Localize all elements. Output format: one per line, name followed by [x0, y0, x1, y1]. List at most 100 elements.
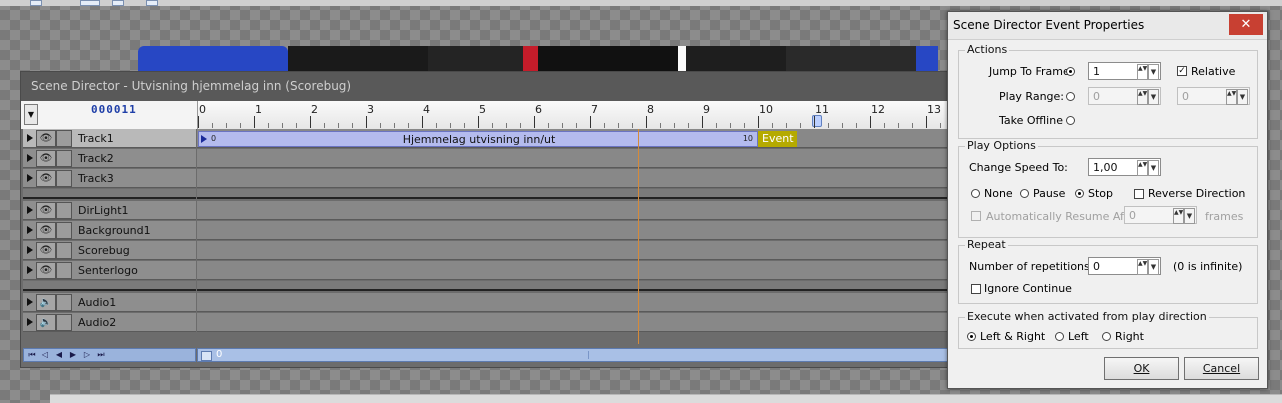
jump-to-frame-radio[interactable] — [1066, 67, 1075, 76]
track-timeline-row[interactable] — [197, 241, 951, 260]
track-row-header[interactable]: 👁 Background1 — [23, 221, 196, 240]
auto-resume-checkbox[interactable] — [971, 211, 981, 221]
toolbar-mini-button[interactable] — [80, 0, 100, 6]
expand-arrow-icon[interactable] — [27, 226, 33, 234]
none-radio[interactable] — [971, 189, 980, 198]
step-forward-icon[interactable]: ▷ — [82, 350, 92, 360]
ok-button[interactable]: OK — [1104, 357, 1179, 380]
expand-arrow-icon[interactable] — [27, 154, 33, 162]
lock-toggle[interactable] — [56, 202, 72, 219]
play-reverse-icon[interactable]: ◀ — [54, 350, 64, 360]
track-timeline-row[interactable] — [197, 221, 951, 240]
relative-checkbox[interactable]: ✓ — [1177, 66, 1187, 76]
timeline-horizontal-scrollbar[interactable]: 0 — [197, 348, 951, 362]
track-row-header[interactable]: 👁 Scorebug — [23, 241, 196, 260]
lock-toggle[interactable] — [56, 294, 72, 311]
track-row-header[interactable]: 👁 Track2 — [23, 149, 196, 168]
ruler-tick — [590, 116, 591, 128]
toolbar-mini-button[interactable] — [146, 0, 158, 6]
expand-arrow-icon[interactable] — [27, 266, 33, 274]
eye-icon[interactable]: 👁 — [36, 242, 56, 259]
track-timeline-row[interactable] — [197, 261, 951, 280]
spin-arrows-icon[interactable]: ▲▼ — [1173, 208, 1184, 224]
lock-toggle[interactable] — [56, 242, 72, 259]
speaker-icon[interactable]: 🔈 — [36, 294, 56, 311]
scrollbar-thumb[interactable] — [201, 351, 212, 361]
chevron-down-icon[interactable]: ▼ — [1148, 259, 1159, 275]
event-marker[interactable]: Event — [758, 131, 797, 147]
take-offline-radio[interactable] — [1066, 116, 1075, 125]
chevron-down-icon[interactable]: ▼ — [1184, 208, 1195, 224]
eye-icon[interactable]: 👁 — [36, 222, 56, 239]
spin-arrows-icon[interactable]: ▲▼ — [1137, 160, 1148, 176]
eye-icon[interactable]: 👁 — [36, 202, 56, 219]
spin-arrows-icon[interactable]: ▲▼ — [1137, 89, 1148, 105]
track-row-header[interactable]: 👁 Track3 — [23, 169, 196, 188]
lock-toggle[interactable] — [56, 170, 72, 187]
animation-clip[interactable]: 0 Hjemmelag utvisning inn/ut 10 — [198, 131, 758, 147]
track-row-header[interactable]: 👁 Track1 — [23, 129, 196, 148]
current-frame-line — [638, 129, 639, 344]
eye-icon[interactable]: 👁 — [36, 130, 56, 147]
lock-toggle[interactable] — [56, 150, 72, 167]
change-speed-spinbox[interactable]: 1,00 ▲▼ ▼ — [1088, 158, 1161, 176]
chevron-down-icon[interactable]: ▼ — [1237, 89, 1248, 105]
expand-arrow-icon[interactable] — [27, 174, 33, 182]
track-timeline-row[interactable] — [197, 201, 951, 220]
eye-icon[interactable]: 👁 — [36, 150, 56, 167]
track-row-header[interactable]: 👁 DirLight1 — [23, 201, 196, 220]
track-row-header[interactable]: 🔈 Audio1 — [23, 293, 196, 312]
expand-arrow-icon[interactable] — [27, 246, 33, 254]
left-radio[interactable] — [1055, 332, 1064, 341]
eye-icon[interactable]: 👁 — [36, 170, 56, 187]
spin-arrows-icon[interactable]: ▲▼ — [1137, 64, 1148, 80]
play-icon[interactable]: ▶ — [68, 350, 78, 360]
play-range-to-spinbox[interactable]: 0 ▲▼ ▼ — [1177, 87, 1250, 105]
chevron-down-icon[interactable]: ▼ — [1148, 160, 1159, 176]
play-range-radio[interactable] — [1066, 92, 1075, 101]
left-right-radio[interactable] — [967, 332, 976, 341]
track-timeline-row[interactable] — [197, 293, 951, 312]
close-icon[interactable]: ✕ — [1229, 14, 1263, 35]
step-back-icon[interactable]: ◁ — [40, 350, 50, 360]
pause-radio[interactable] — [1020, 189, 1029, 198]
track-menu-dropdown-button[interactable]: ▼ — [24, 104, 38, 125]
track-timeline-row[interactable] — [197, 313, 951, 332]
play-range-from-spinbox[interactable]: 0 ▲▼ ▼ — [1088, 87, 1161, 105]
jump-to-frame-spinbox[interactable]: 1 ▲▼ ▼ — [1088, 62, 1161, 80]
go-to-end-icon[interactable]: ⏭ — [96, 350, 106, 360]
auto-resume-spinbox[interactable]: 0 ▲▼ ▼ — [1124, 206, 1197, 224]
toolbar-mini-button[interactable] — [112, 0, 124, 6]
lock-toggle[interactable] — [56, 130, 72, 147]
spin-arrows-icon[interactable]: ▲▼ — [1226, 89, 1237, 105]
chevron-down-icon[interactable]: ▼ — [1148, 89, 1159, 105]
track-timeline-row[interactable]: 0 Hjemmelag utvisning inn/ut 10 Event — [197, 129, 951, 148]
lock-toggle[interactable] — [56, 262, 72, 279]
timeline-ruler[interactable]: 0 1 2 3 4 5 6 7 8 9 10 11 12 13 — [197, 101, 969, 129]
repetitions-label: Number of repetitions: — [969, 260, 1094, 273]
track-timeline-row[interactable] — [197, 169, 951, 188]
speaker-icon[interactable]: 🔈 — [36, 314, 56, 331]
lock-toggle[interactable] — [56, 222, 72, 239]
ruler-tick-label: 0 — [199, 103, 206, 116]
track-timeline-row[interactable] — [197, 149, 951, 168]
chevron-down-icon[interactable]: ▼ — [1148, 64, 1159, 80]
reverse-direction-checkbox[interactable] — [1134, 189, 1144, 199]
expand-arrow-icon[interactable] — [27, 298, 33, 306]
expand-arrow-icon[interactable] — [27, 318, 33, 326]
repeat-group: Repeat Number of repetitions: 0 ▲▼ ▼ (0 … — [958, 238, 1258, 304]
stop-radio[interactable] — [1075, 189, 1084, 198]
cancel-button[interactable]: Cancel — [1184, 357, 1259, 380]
eye-icon[interactable]: 👁 — [36, 262, 56, 279]
expand-arrow-icon[interactable] — [27, 206, 33, 214]
expand-arrow-icon[interactable] — [27, 134, 33, 142]
toolbar-mini-button[interactable] — [30, 0, 42, 6]
spin-arrows-icon[interactable]: ▲▼ — [1137, 259, 1148, 275]
ignore-continue-checkbox[interactable] — [971, 284, 981, 294]
go-to-start-icon[interactable]: ⏮ — [27, 350, 37, 360]
lock-toggle[interactable] — [56, 314, 72, 331]
repetitions-spinbox[interactable]: 0 ▲▼ ▼ — [1088, 257, 1161, 275]
track-row-header[interactable]: 🔈 Audio2 — [23, 313, 196, 332]
right-radio[interactable] — [1102, 332, 1111, 341]
track-row-header[interactable]: 👁 Senterlogo — [23, 261, 196, 280]
